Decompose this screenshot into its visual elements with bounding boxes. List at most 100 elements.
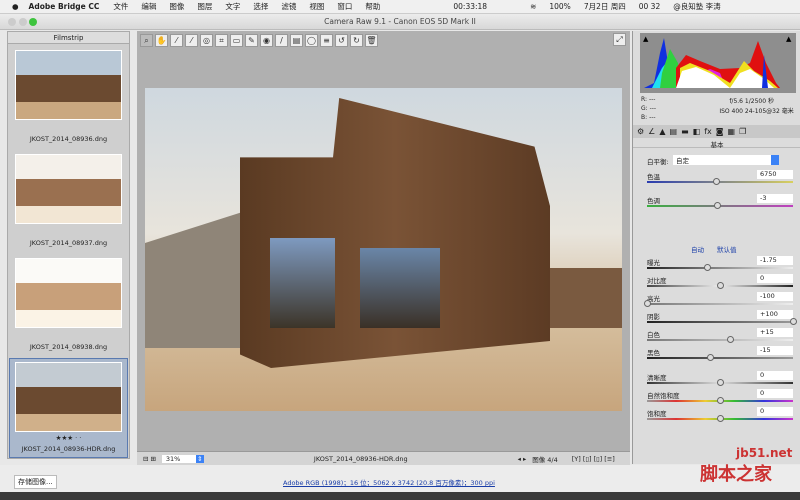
view-mode-icons[interactable]: [Y] [▯] [▯] [≡] — [572, 455, 615, 463]
close-button[interactable] — [8, 18, 16, 26]
menu-window[interactable]: 窗口 — [337, 1, 352, 12]
graduated-filter-icon[interactable]: ▤ — [290, 33, 303, 47]
fx-tab-icon[interactable]: fx — [704, 127, 712, 136]
slider-handle[interactable] — [717, 415, 724, 422]
trash-icon[interactable]: 🗑 — [365, 33, 378, 47]
wb-dropdown-icon[interactable] — [771, 155, 779, 165]
basic-tab-icon[interactable]: ⚙ — [637, 127, 644, 136]
slider-label: 曝光 — [647, 259, 660, 267]
menu-help[interactable]: 帮助 — [365, 1, 380, 12]
straighten-tool-icon[interactable]: ▭ — [230, 33, 243, 47]
panel-title: 基本 — [633, 139, 800, 149]
snapshots-tab-icon[interactable]: ❐ — [739, 127, 746, 136]
default-link[interactable]: 默认值 — [717, 244, 737, 254]
fullscreen-icon[interactable]: ⤢ — [613, 33, 626, 46]
menu-filter[interactable]: 滤镜 — [281, 1, 296, 12]
camera-calibration-tab-icon[interactable]: ◙ — [716, 127, 724, 136]
slider-track[interactable] — [647, 267, 793, 269]
rating-stars[interactable]: ★★★ · · — [8, 434, 129, 442]
slider-handle[interactable] — [644, 300, 651, 307]
zoom-out-icon[interactable]: ⊟ — [143, 455, 148, 463]
lens-tab-icon[interactable]: ◧ — [693, 127, 701, 136]
slider-value-input[interactable]: 0 — [757, 371, 793, 380]
zoom-in-icon[interactable]: ⊞ — [150, 455, 155, 463]
hand-tool-icon[interactable]: ✋ — [155, 33, 168, 47]
slider-handle[interactable] — [790, 318, 797, 325]
slider-value-input[interactable]: -15 — [757, 346, 793, 355]
wb-select[interactable]: 自定 — [673, 155, 779, 165]
save-image-button[interactable]: 存储图像... — [14, 475, 57, 489]
slider-handle[interactable] — [717, 282, 724, 289]
zoom-level[interactable]: 31% — [161, 454, 196, 463]
adjustment-brush-icon[interactable]: / — [275, 33, 288, 47]
slider-value-input[interactable]: +15 — [757, 328, 793, 337]
workflow-options-link[interactable]: Adobe RGB (1998)；16 位；5062 x 3742 (20.8 … — [283, 477, 495, 487]
white-balance-tool-icon[interactable]: ⁄ — [170, 33, 183, 47]
slider-track[interactable] — [647, 181, 793, 183]
menu-type[interactable]: 文字 — [225, 1, 240, 12]
photo-window — [270, 238, 335, 328]
thumbnail-1[interactable] — [15, 50, 122, 120]
thumbnail-name: JKOST_2014_08937.dng — [29, 239, 108, 247]
menu-image[interactable]: 图像 — [169, 1, 184, 12]
slider-value-input[interactable]: 0 — [757, 274, 793, 283]
zoom-button[interactable] — [29, 18, 37, 26]
slider-handle[interactable] — [712, 178, 720, 185]
menu-file[interactable]: 文件 — [113, 1, 128, 12]
zoom-dropdown-icon[interactable]: ⇕ — [195, 454, 204, 463]
rotate-right-icon[interactable]: ↻ — [350, 33, 363, 47]
slider-track[interactable] — [647, 357, 793, 359]
slider-value-input[interactable]: -100 — [757, 292, 793, 301]
slider-handle[interactable] — [714, 202, 722, 209]
slider-value-input[interactable]: -1.75 — [757, 256, 793, 265]
split-toning-tab-icon[interactable]: ▬ — [681, 127, 689, 136]
auto-link[interactable]: 自动 — [691, 244, 704, 254]
slider-track[interactable] — [647, 303, 793, 305]
battery[interactable]: 100% — [549, 2, 570, 11]
slider-value-input[interactable]: 0 — [757, 389, 793, 398]
slider-handle[interactable] — [717, 379, 724, 386]
slider-row: 色温 6750 — [647, 170, 793, 187]
apple-icon[interactable]: ● — [12, 2, 19, 11]
crop-tool-icon[interactable]: ⌗ — [215, 33, 228, 47]
menu-edit[interactable]: 编辑 — [141, 1, 156, 12]
user[interactable]: @良知塾 李涛 — [673, 1, 720, 12]
wifi-icon[interactable]: ≋ — [530, 2, 536, 11]
slider-value-input[interactable]: 0 — [757, 407, 793, 416]
menu-view[interactable]: 视图 — [309, 1, 324, 12]
slider-value-input[interactable]: -3 — [757, 194, 793, 203]
slider-handle[interactable] — [727, 336, 735, 343]
hsl-tab-icon[interactable]: ▤ — [670, 127, 678, 136]
app-menu[interactable]: Adobe Bridge CC — [29, 2, 100, 11]
thumbnail-4[interactable] — [15, 362, 122, 432]
slider-track[interactable] — [647, 339, 793, 341]
menu-layer[interactable]: 图层 — [197, 1, 212, 12]
thumbnail-3[interactable] — [15, 258, 122, 328]
minimize-button[interactable] — [19, 18, 27, 26]
thumbnail-2[interactable] — [15, 154, 122, 224]
photo-wall — [145, 208, 255, 348]
menu-select[interactable]: 选择 — [253, 1, 268, 12]
prev-next-icon[interactable]: ◂ ▸ — [518, 455, 527, 463]
wb-label: 白平衡: — [647, 158, 669, 166]
radial-filter-icon[interactable]: ◯ — [305, 33, 318, 47]
slider-value-input[interactable]: 6750 — [757, 170, 793, 179]
filename: JKOST_2014_08936-HDR.dng — [313, 454, 408, 463]
tone-curve-tab-icon[interactable]: ∠ — [648, 127, 655, 136]
targeted-adjustment-icon[interactable]: ◎ — [200, 33, 213, 47]
slider-handle[interactable] — [706, 354, 714, 361]
image-counter: 图像 4/4 — [532, 455, 558, 464]
detail-tab-icon[interactable]: ▲ — [659, 127, 665, 136]
color-sampler-icon[interactable]: ⁄ — [185, 33, 198, 47]
b-label: B: — [641, 114, 648, 121]
slider-track[interactable] — [647, 321, 793, 323]
rotate-left-icon[interactable]: ↺ — [335, 33, 348, 47]
slider-handle[interactable] — [703, 264, 711, 271]
red-eye-icon[interactable]: ◉ — [260, 33, 273, 47]
spot-removal-icon[interactable]: ✎ — [245, 33, 258, 47]
preferences-icon[interactable]: ≡ — [320, 33, 333, 47]
zoom-tool-icon[interactable]: ⌕ — [140, 33, 153, 47]
slider-handle[interactable] — [717, 397, 724, 404]
presets-tab-icon[interactable]: ▦ — [728, 127, 736, 136]
slider-value-input[interactable]: +100 — [757, 310, 793, 319]
